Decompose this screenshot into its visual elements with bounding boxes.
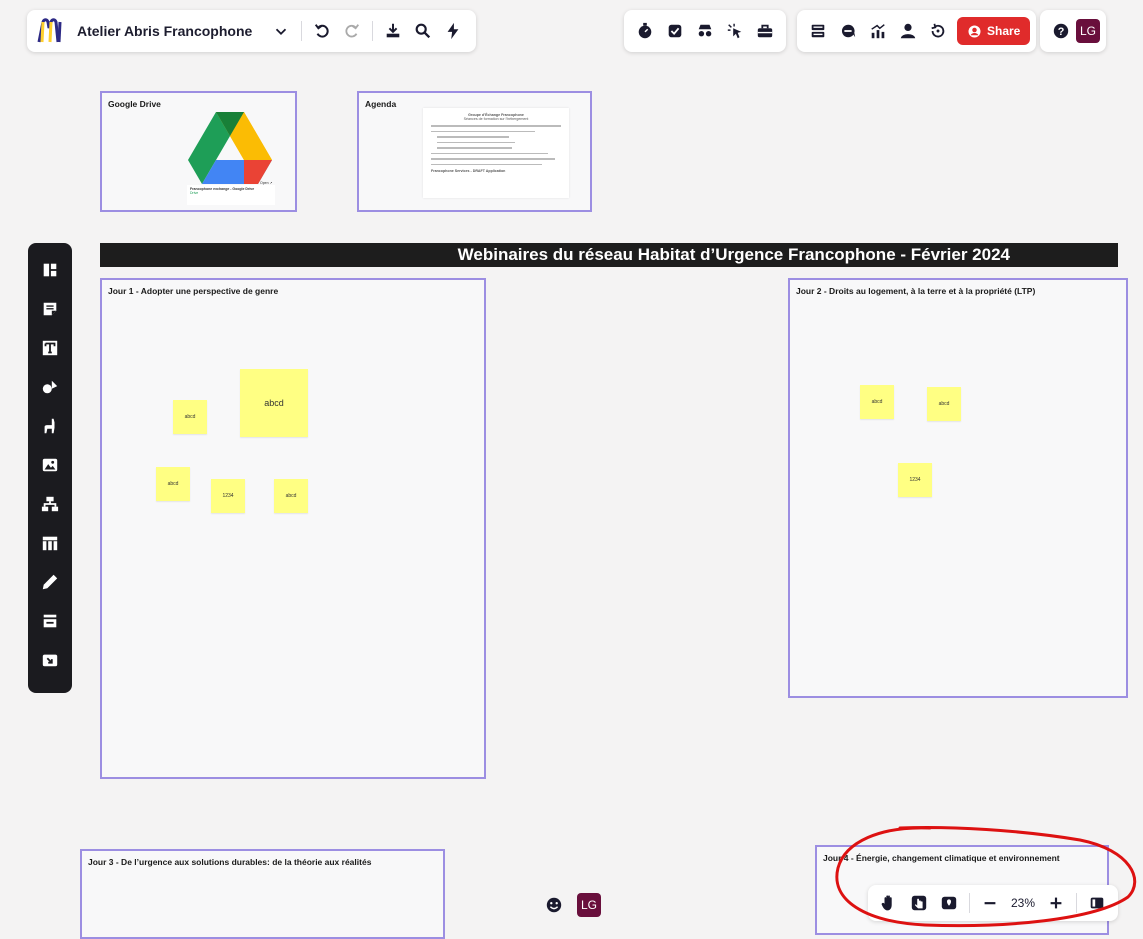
avatar[interactable]: LG — [1076, 19, 1100, 43]
doc-line — [431, 130, 535, 132]
share-label: Share — [987, 24, 1021, 38]
comment-icon[interactable] — [833, 16, 863, 46]
zoom-level[interactable]: 23% — [1005, 896, 1041, 910]
link-preview-card[interactable]: Francophone exchange - Google Drive Driv… — [187, 185, 275, 205]
reactions-bar: LG — [533, 887, 607, 923]
kanban-icon[interactable] — [32, 602, 68, 639]
doc-line — [437, 147, 513, 149]
text-icon[interactable] — [32, 329, 68, 366]
list-icon[interactable] — [803, 16, 833, 46]
help-icon[interactable]: ? — [1046, 16, 1076, 46]
agenda-document[interactable]: Groupe d’Échange Francophone Séances de … — [423, 108, 569, 198]
divider — [372, 21, 374, 41]
mindmap-icon[interactable] — [32, 485, 68, 522]
section-banner[interactable]: Webinaires du réseau Habitat d’Urgence F… — [100, 243, 1118, 267]
hand-icon[interactable] — [874, 888, 904, 918]
sticky-note[interactable]: abcd — [927, 387, 961, 421]
frame-title: Agenda — [365, 99, 397, 109]
facilitator-avatar[interactable]: LG — [577, 893, 601, 917]
frame-title: Jour 3 - De l’urgence aux solutions dura… — [88, 857, 372, 867]
pen-icon[interactable] — [32, 563, 68, 600]
sticky-note[interactable]: abcd — [156, 467, 190, 501]
board-header: Atelier Abris Francophone — [27, 10, 477, 52]
toolbox-icon[interactable] — [750, 16, 780, 46]
table-icon[interactable] — [32, 524, 68, 561]
banner-title: Webinaires du réseau Habitat d’Urgence F… — [457, 245, 1010, 264]
frame-day-1[interactable]: Jour 1 - Adopter une perspective de genr… — [100, 278, 486, 779]
llama-icon[interactable] — [32, 407, 68, 444]
zoom-in-icon[interactable] — [1041, 888, 1071, 918]
creation-toolbar — [28, 243, 72, 693]
sticky-note[interactable]: abcd — [274, 479, 308, 513]
emoji-icon[interactable] — [539, 890, 569, 920]
map-icon[interactable] — [934, 888, 964, 918]
minimap-icon[interactable] — [1082, 888, 1112, 918]
divider — [301, 21, 303, 41]
doc-line — [431, 158, 555, 160]
navigation-bar: 23% — [868, 885, 1119, 921]
activity-icon[interactable] — [863, 16, 893, 46]
history-icon[interactable] — [923, 16, 953, 46]
frame-title: Jour 1 - Adopter une perspective de genr… — [108, 286, 279, 296]
doc-footer: Francophone Services - DRAFT Application — [431, 169, 506, 173]
export-icon[interactable] — [378, 16, 408, 46]
lightning-icon[interactable] — [438, 16, 468, 46]
sticky-note[interactable]: 1234 — [211, 479, 245, 513]
doc-rule — [431, 125, 561, 127]
doc-subheading: Séances de formation sur l’hébergement — [463, 117, 529, 121]
image-icon[interactable] — [32, 446, 68, 483]
voting-icon[interactable] — [660, 16, 690, 46]
sticky-note[interactable]: abcd — [240, 369, 308, 437]
sticky-note[interactable]: 1234 — [898, 463, 932, 497]
cursor-icon[interactable] — [720, 16, 750, 46]
account-toolbar: ? LG — [1040, 10, 1106, 52]
frame-day-2[interactable]: Jour 2 - Droits au logement, à la terre … — [788, 278, 1128, 698]
svg-text:?: ? — [1058, 26, 1065, 38]
timer-icon[interactable] — [630, 16, 660, 46]
doc-line — [431, 152, 548, 154]
doc-line — [431, 163, 542, 165]
doc-line — [437, 136, 509, 138]
hand-pointer-icon[interactable] — [904, 888, 934, 918]
divider — [1076, 893, 1078, 913]
board-title[interactable]: Atelier Abris Francophone — [77, 23, 252, 39]
upload-icon[interactable] — [32, 641, 68, 678]
spy-icon[interactable] — [690, 16, 720, 46]
card-subtitle: Drive — [190, 191, 199, 195]
sticky-note[interactable]: abcd — [173, 400, 207, 434]
frame-title: Jour 2 - Droits au logement, à la terre … — [796, 286, 1036, 296]
sticky-note[interactable]: abcd — [860, 385, 894, 419]
sticky-note-icon[interactable] — [32, 290, 68, 327]
frame-day-3[interactable]: Jour 3 - De l’urgence aux solutions dura… — [80, 849, 445, 939]
chevron-down-icon[interactable] — [266, 16, 296, 46]
frame-title: Jour 4 - Énergie, changement climatique … — [823, 853, 1060, 863]
redo-icon[interactable] — [337, 16, 367, 46]
board-toolbar: Share — [797, 10, 1037, 52]
open-link-tag[interactable]: Open ↗ — [260, 181, 272, 185]
divider — [969, 893, 970, 913]
shapes-icon[interactable] — [32, 368, 68, 405]
share-button[interactable]: Share — [957, 17, 1031, 45]
search-icon[interactable] — [408, 16, 438, 46]
google-drive-logo — [188, 112, 272, 184]
doc-line — [437, 141, 515, 143]
add-user-icon — [968, 25, 981, 37]
miro-logo[interactable] — [37, 18, 69, 44]
frame-title: Google Drive — [108, 99, 161, 109]
frame-agenda[interactable]: Agenda Groupe d’Échange Francophone Séan… — [357, 91, 592, 212]
collaboration-toolbar — [624, 10, 786, 52]
zoom-out-icon[interactable] — [975, 888, 1005, 918]
frames-icon[interactable] — [32, 251, 68, 288]
user-icon[interactable] — [893, 16, 923, 46]
frame-google-drive[interactable]: Google Drive Francophone exchange - Goog… — [100, 91, 297, 212]
undo-icon[interactable] — [307, 16, 337, 46]
